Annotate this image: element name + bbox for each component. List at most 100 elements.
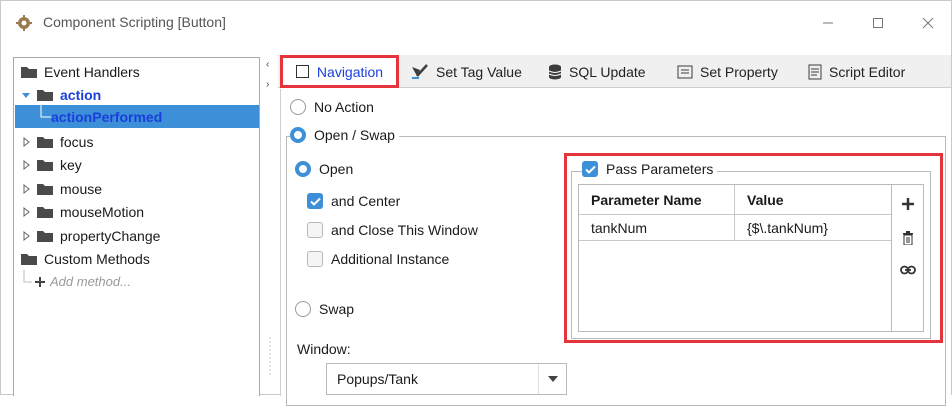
tab-set-property[interactable]: Set Property <box>677 55 778 88</box>
parameters-table: Parameter Name Value tankNum {$\.tankNum… <box>578 184 892 332</box>
chevron-right-icon[interactable] <box>20 206 32 218</box>
folder-icon <box>37 136 53 148</box>
chevron-left-icon[interactable]: ‹ <box>266 59 269 70</box>
tree-label: action <box>60 86 102 103</box>
window-select-value: Popups/Tank <box>337 371 418 387</box>
tree-label: focus <box>60 133 94 150</box>
tab-label: SQL Update <box>569 63 646 80</box>
chevron-right-icon[interactable] <box>20 230 32 242</box>
radio-icon <box>290 127 306 143</box>
tab-label: Script Editor <box>829 63 906 80</box>
add-method-label: Add method... <box>50 274 131 289</box>
checkbox-icon <box>307 222 323 238</box>
chevron-right-icon[interactable] <box>20 136 32 148</box>
link-parameter-button[interactable] <box>892 257 924 283</box>
add-method-item[interactable]: Add method... <box>20 270 131 293</box>
script-icon <box>808 64 822 79</box>
open-option[interactable]: Open <box>295 161 353 177</box>
table-cell-value[interactable]: {$\.tankNum} <box>735 215 891 241</box>
tree-connector-icon <box>40 105 51 118</box>
tree-item-propertychange[interactable]: propertyChange <box>20 224 160 247</box>
column-header-parameter-name[interactable]: Parameter Name <box>579 185 735 215</box>
column-header-value[interactable]: Value <box>735 185 891 215</box>
window-select[interactable]: Popups/Tank <box>326 363 567 395</box>
tab-label: Set Tag Value <box>436 63 522 80</box>
tree-item-event-handlers[interactable]: Event Handlers <box>20 60 140 83</box>
action-tab-bar: Navigation Set Tag Value SQL Update Set … <box>278 55 951 88</box>
maximize-icon <box>873 18 883 28</box>
checkbox-label: and Close This Window <box>331 222 478 238</box>
and-center-checkbox[interactable]: and Center <box>307 193 400 209</box>
no-action-option[interactable]: No Action <box>290 99 374 115</box>
tag-icon <box>412 63 428 79</box>
chevron-down-icon[interactable] <box>20 89 32 101</box>
property-icon <box>677 65 693 78</box>
checkmark-icon <box>582 161 598 177</box>
link-icon <box>900 265 916 275</box>
close-button[interactable] <box>906 9 950 37</box>
radio-icon <box>295 301 311 317</box>
gear-icon <box>16 15 32 31</box>
chevron-right-icon[interactable]: › <box>266 79 269 90</box>
folder-open-icon <box>21 253 37 265</box>
checkmark-icon <box>307 193 323 209</box>
and-close-checkbox[interactable]: and Close This Window <box>307 222 478 238</box>
additional-instance-checkbox[interactable]: Additional Instance <box>307 251 449 267</box>
radio-icon <box>290 99 306 115</box>
parameter-toolbar <box>892 184 924 332</box>
tree-item-mousemotion[interactable]: mouseMotion <box>20 200 144 223</box>
tree-label: key <box>60 156 82 173</box>
component-scripting-window: Component Scripting [Button] Event Handl… <box>0 0 952 406</box>
tab-script-editor[interactable]: Script Editor <box>808 55 905 88</box>
tree-item-custom-methods[interactable]: Custom Methods <box>20 247 150 270</box>
checkbox-label: Pass Parameters <box>606 161 714 177</box>
tab-navigation[interactable]: Navigation <box>280 55 399 88</box>
folder-icon <box>37 230 53 242</box>
panel-splitter[interactable]: ‹ › <box>264 57 276 396</box>
radio-label: Open <box>319 161 354 177</box>
tree-item-mouse[interactable]: mouse <box>20 177 102 200</box>
window-title: Component Scripting [Button] <box>43 14 226 30</box>
folder-icon <box>37 159 53 171</box>
tree-item-action[interactable]: action <box>20 83 101 106</box>
chevron-right-icon[interactable] <box>20 159 32 171</box>
tree-label: actionPerformed <box>51 108 163 125</box>
event-handler-tree: Event Handlers action actionPerformed fo… <box>13 57 260 396</box>
tab-set-tag-value[interactable]: Set Tag Value <box>411 55 522 88</box>
table-cell-parameter-name[interactable]: tankNum <box>579 215 735 241</box>
tree-label: Event Handlers <box>44 63 140 80</box>
plus-icon <box>902 198 914 210</box>
tree-item-key[interactable]: key <box>20 153 82 176</box>
tree-label: Custom Methods <box>44 250 150 267</box>
tab-sql-update[interactable]: SQL Update <box>548 55 646 88</box>
chevron-down-icon[interactable] <box>538 364 566 394</box>
checkbox-icon <box>295 65 309 78</box>
tab-label: Navigation <box>316 63 384 80</box>
chevron-right-icon[interactable] <box>20 183 32 195</box>
folder-open-icon <box>21 66 37 78</box>
checkbox-label: and Center <box>331 193 401 209</box>
tab-label: Set Property <box>700 63 778 80</box>
radio-icon <box>295 161 311 177</box>
minimize-button[interactable] <box>806 9 850 37</box>
checkbox-label: Additional Instance <box>331 251 450 267</box>
splitter-grip-icon <box>269 337 271 377</box>
plus-icon <box>23 270 45 287</box>
radio-label: No Action <box>314 99 374 115</box>
window-label: Window: <box>297 341 351 357</box>
radio-label: Open / Swap <box>314 127 395 143</box>
checkbox-icon <box>307 251 323 267</box>
tree-label: mouse <box>60 180 103 197</box>
tree-item-focus[interactable]: focus <box>20 130 93 153</box>
pass-parameters-checkbox[interactable]: Pass Parameters <box>582 161 718 177</box>
title-bar: Component Scripting [Button] <box>1 1 951 45</box>
add-parameter-button[interactable] <box>892 191 924 217</box>
minimize-icon <box>823 22 833 24</box>
tree-label: propertyChange <box>60 227 161 244</box>
open-swap-option[interactable]: Open / Swap <box>290 127 399 143</box>
delete-parameter-button[interactable] <box>892 225 924 251</box>
maximize-button[interactable] <box>856 9 900 37</box>
tree-item-action-performed[interactable]: actionPerformed <box>15 105 259 128</box>
tree-label: mouseMotion <box>60 203 145 220</box>
swap-option[interactable]: Swap <box>295 301 354 317</box>
